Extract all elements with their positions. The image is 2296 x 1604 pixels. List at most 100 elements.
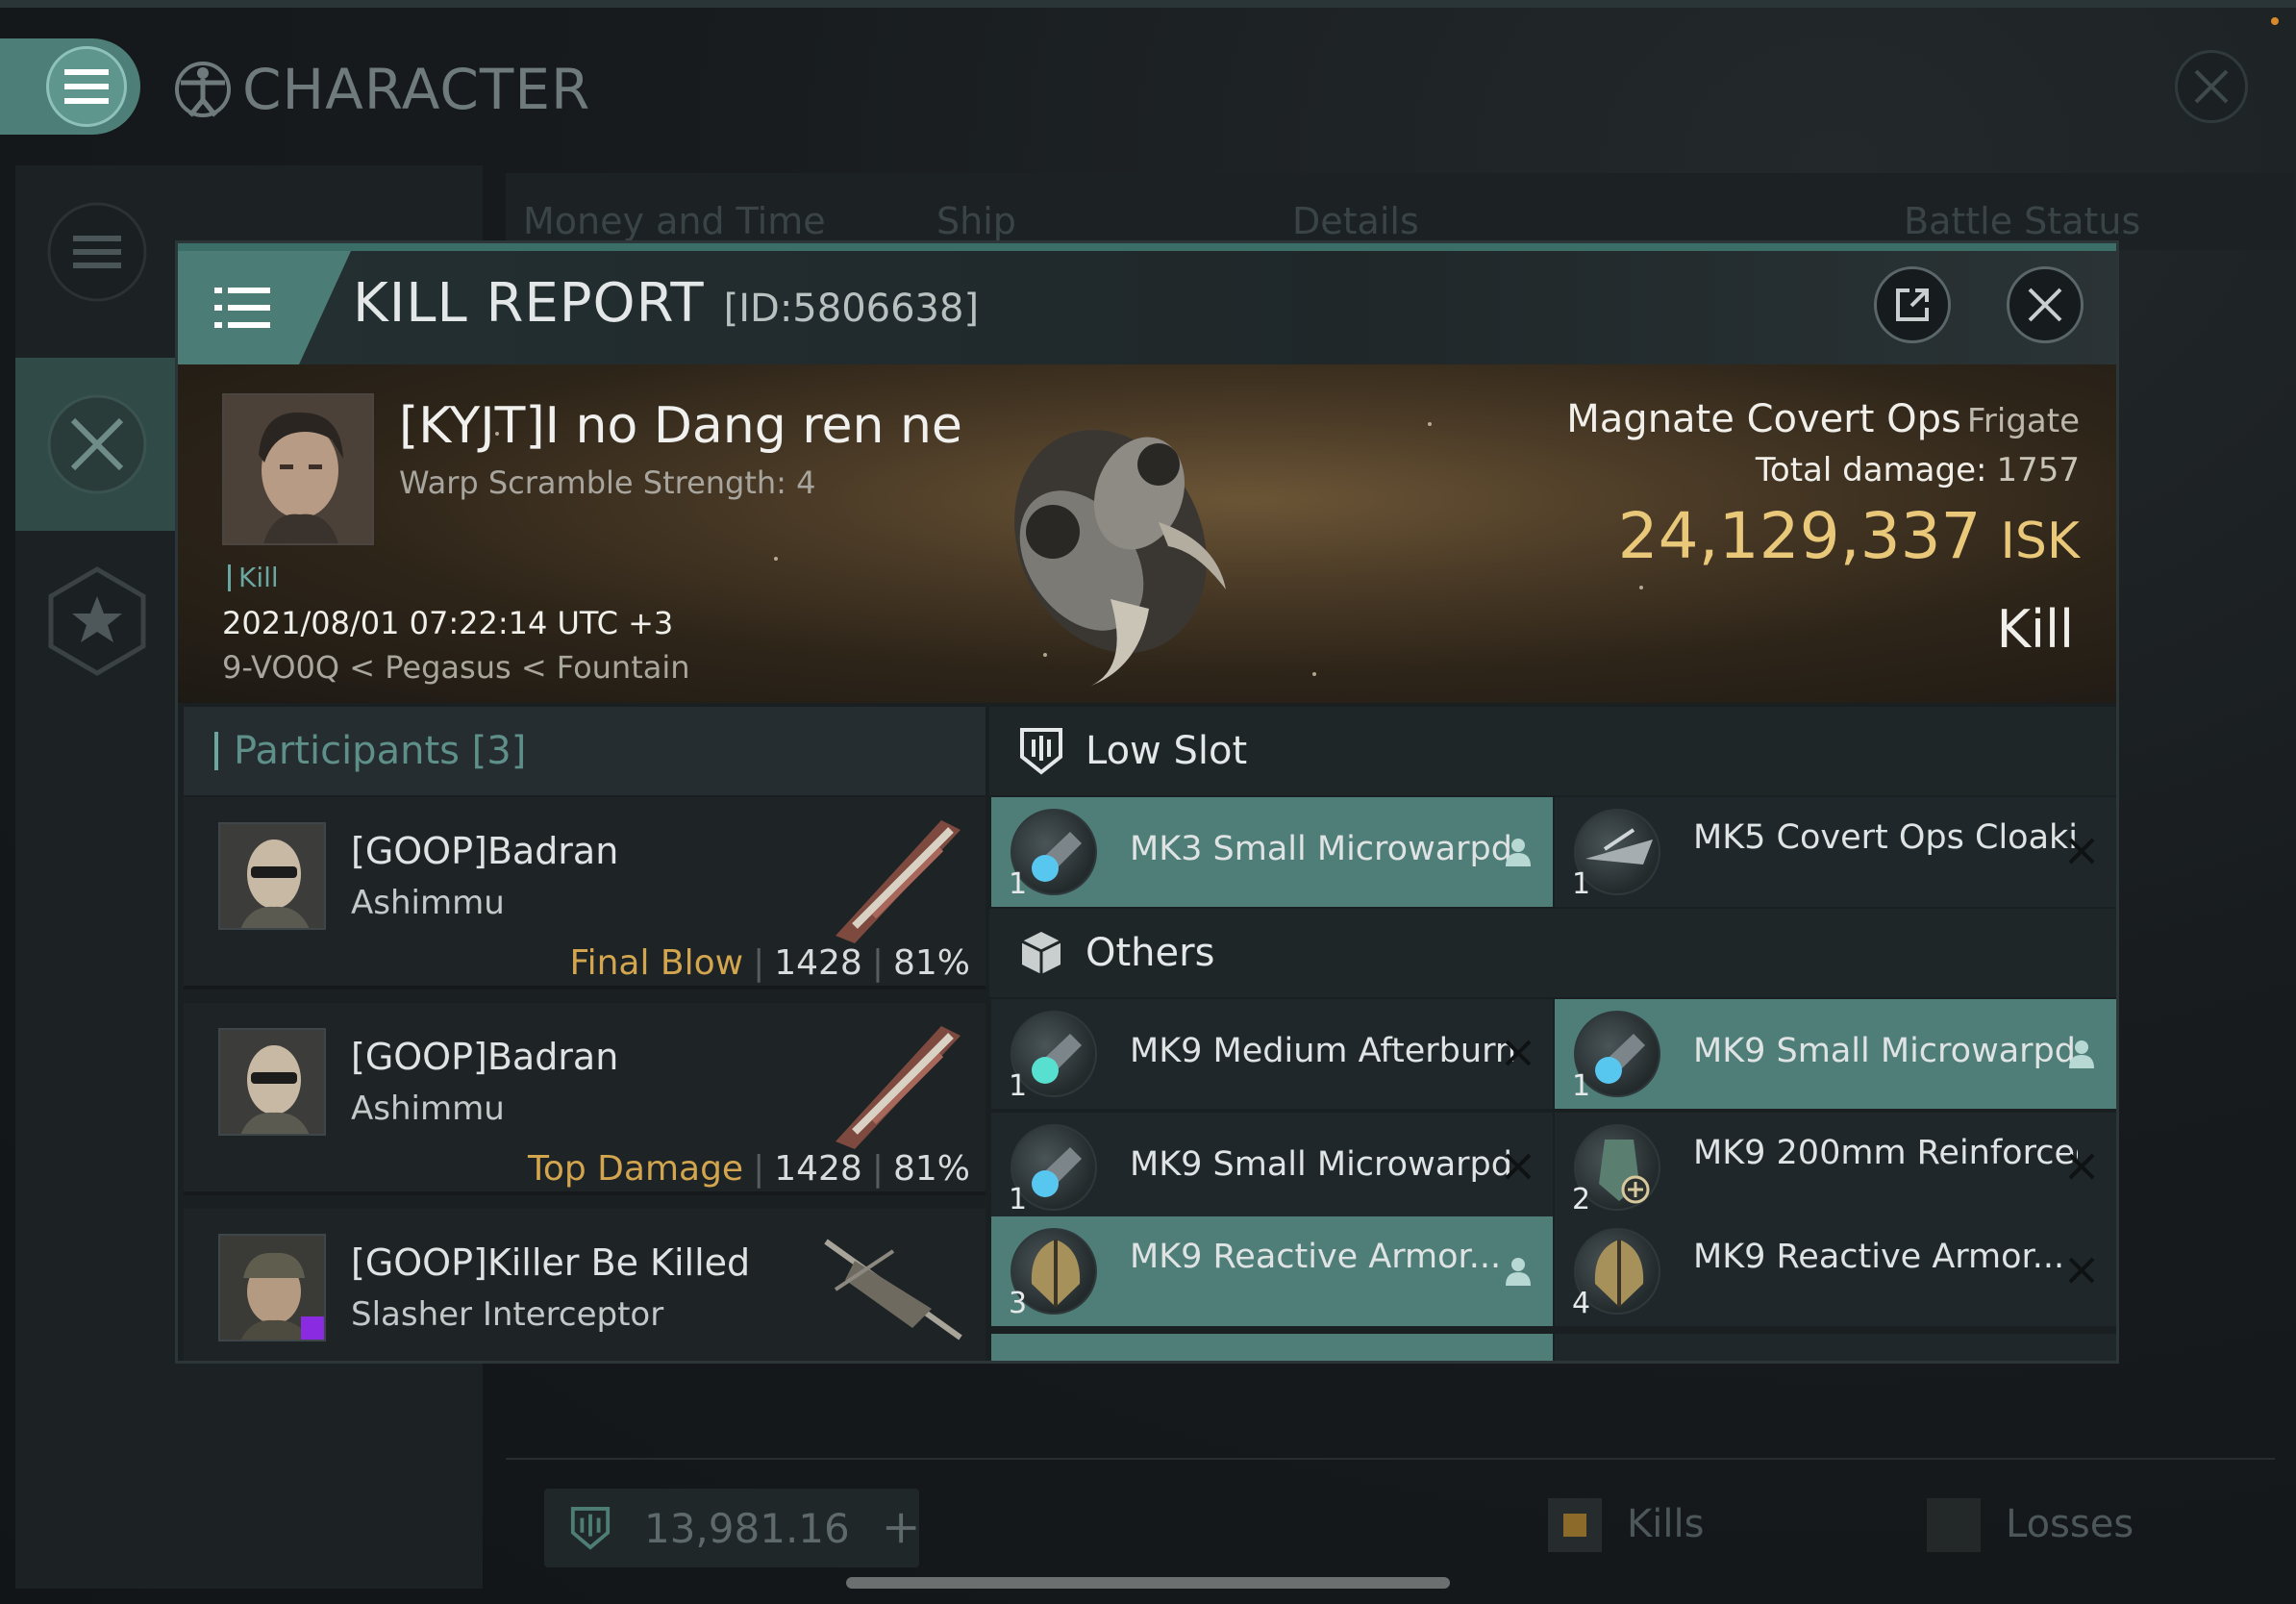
dialog-accent-line (178, 243, 2116, 251)
legend-losses-label: Losses (2006, 1502, 2134, 1546)
others-title: Others (1086, 931, 1215, 975)
bg-tab-details: Details (1292, 200, 1419, 242)
item-name: MK9 Small Microwarpdrive (1130, 1145, 1514, 1184)
item-row[interactable]: 3 MK9 Reactive Armor... (991, 1216, 1553, 1326)
item-name: MK3 Small Microwarpdrive (1130, 830, 1514, 868)
item-row[interactable]: 1 MK9 Small Microwarpdrive (991, 1113, 1553, 1222)
kill-id: [ID:5806638] (723, 287, 980, 331)
item-row[interactable]: 2 MK9 200mm Reinforced... (1555, 1113, 2116, 1222)
item-row[interactable]: 1 MK3 Small Microwarpdrive (991, 797, 1553, 907)
dialog-title: KILL REPORT [ID:5806638] (353, 272, 979, 349)
participant-damage: 1428 (774, 943, 862, 983)
participant-name: [GOOP]Killer Be Killed (351, 1241, 751, 1284)
bg-tab-ship: Ship (936, 200, 1016, 242)
sidenav-item-favorites[interactable] (15, 535, 179, 708)
participant-stats: Final Blow | 1428 | 81% (569, 943, 970, 983)
isk-unit: ISK (2000, 513, 2080, 570)
x-icon (2068, 1153, 2095, 1180)
item-row-partial[interactable] (1555, 1334, 2116, 1361)
ship-name[interactable]: Magnate Covert Ops (1566, 397, 1961, 441)
item-row[interactable]: 1 MK9 Small Microwarpdrive (1555, 999, 2116, 1109)
item-name: MK9 Medium Afterburner (1130, 1032, 1514, 1070)
isk-value: 24,129,337 ISK (1618, 499, 2080, 573)
participant-name: [GOOP]Badran (351, 1036, 619, 1078)
participant-name: [GOOP]Badran (351, 830, 619, 872)
participants-title: Participants [3] (234, 729, 527, 773)
item-name: MK9 200mm Reinforced... (1693, 1134, 2078, 1172)
item-quantity: 1 (1572, 1069, 1591, 1103)
vitruvian-icon (175, 62, 231, 117)
participant-ship: Slasher Interceptor (351, 1295, 664, 1334)
dialog-title-text: KILL REPORT (353, 272, 705, 335)
participant-avatar (218, 1234, 326, 1341)
footer-counter-value: 13,981.16 (643, 1504, 850, 1552)
legend-losses-swatch (1927, 1498, 1981, 1552)
item-name: MK9 Reactive Armor... (1693, 1238, 2065, 1276)
sidenav-item-list[interactable] (15, 165, 179, 338)
list-icon (47, 202, 147, 302)
cube-icon (1021, 932, 1061, 974)
kill-report-dialog: KILL REPORT [ID:5806638] [KYJT]I no Dang… (175, 240, 2119, 1364)
victim-ship-image[interactable] (966, 378, 1255, 695)
item-name: MK9 Small Microwarpdrive (1693, 1032, 2078, 1070)
low-slot-header: Low Slot (989, 707, 2116, 795)
participant-row[interactable]: [GOOP]Badran Ashimmu Top Damage | 1428 | 81% (184, 1003, 986, 1195)
crossed-swords-icon (47, 394, 147, 494)
participant-role: Final Blow (569, 943, 744, 983)
x-icon (1505, 1153, 1532, 1180)
isk-amount: 24,129,337 (1617, 499, 1982, 573)
horizontal-scrollbar[interactable] (846, 1577, 1450, 1589)
ship-name-line: Magnate Covert Ops Frigate (1566, 397, 2080, 441)
item-row[interactable]: 4 MK9 Reactive Armor... (1555, 1216, 2116, 1326)
participant-percent: 81% (892, 943, 970, 983)
top-strip (0, 0, 2296, 8)
victim-banner: [KYJT]I no Dang ren ne Warp Scramble Str… (178, 364, 2116, 703)
person-icon (2069, 1040, 2094, 1068)
x-icon (2068, 838, 2095, 865)
participant-avatar (218, 822, 326, 930)
divider (506, 1458, 2275, 1460)
menu-icon (46, 46, 127, 127)
ship-slot-icon (570, 1507, 611, 1550)
main-menu-button[interactable] (0, 38, 140, 135)
item-quantity: 3 (1009, 1287, 1028, 1320)
participant-avatar (218, 1028, 326, 1136)
participant-ship: Ashimmu (351, 884, 505, 922)
footer-counter: 13,981.16 (544, 1489, 919, 1567)
item-row[interactable]: 1 MK5 Covert Ops Cloaking... (1555, 797, 2116, 907)
participant-ship-image (836, 1026, 961, 1149)
sidenav-item-combat[interactable] (15, 358, 179, 531)
participants-header: Participants [3] (184, 707, 986, 795)
x-icon (1505, 1040, 1532, 1066)
notification-dot (2271, 17, 2279, 25)
share-button[interactable] (1874, 266, 1951, 343)
participant-ship: Ashimmu (351, 1090, 505, 1128)
item-name: MK5 Covert Ops Cloaking... (1693, 818, 2078, 857)
legend-kills-swatch (1548, 1498, 1602, 1552)
participant-row[interactable]: [GOOP]Badran Ashimmu Final Blow | 1428 | 81% (184, 797, 986, 990)
plus-icon[interactable] (883, 1509, 919, 1547)
window-close-button[interactable] (2175, 50, 2248, 123)
dialog-close-button[interactable] (2007, 266, 2084, 343)
victim-name[interactable]: [KYJT]I no Dang ren ne (399, 397, 962, 455)
victim-portrait[interactable] (222, 393, 374, 545)
total-damage-value: 1757 (1996, 451, 2080, 489)
participant-ship-image (824, 1239, 962, 1341)
victim-subtitle: Warp Scramble Strength: 4 (399, 464, 816, 501)
item-row-partial[interactable] (991, 1334, 1553, 1361)
page-title: CHARACTER (173, 56, 590, 123)
participant-role: Top Damage (527, 1149, 744, 1189)
result-label: Kill (1996, 599, 2074, 660)
bg-tab-battle: Battle Status (1904, 200, 2141, 242)
x-icon (2068, 1257, 2095, 1284)
person-icon (1506, 839, 1531, 866)
menu-icon (214, 288, 270, 328)
bg-tab-money: Money and Time (523, 200, 826, 242)
total-damage-label: Total damage: (1755, 451, 1987, 489)
kill-tag: Kill (228, 564, 279, 591)
low-slot-title: Low Slot (1086, 729, 1248, 773)
item-quantity: 1 (1009, 867, 1028, 901)
kill-location[interactable]: 9-VO0Q < Pegasus < Fountain (222, 649, 690, 686)
item-row[interactable]: 1 MK9 Medium Afterburner (991, 999, 1553, 1109)
participant-row[interactable]: [GOOP]Killer Be Killed Slasher Intercept… (184, 1209, 986, 1361)
